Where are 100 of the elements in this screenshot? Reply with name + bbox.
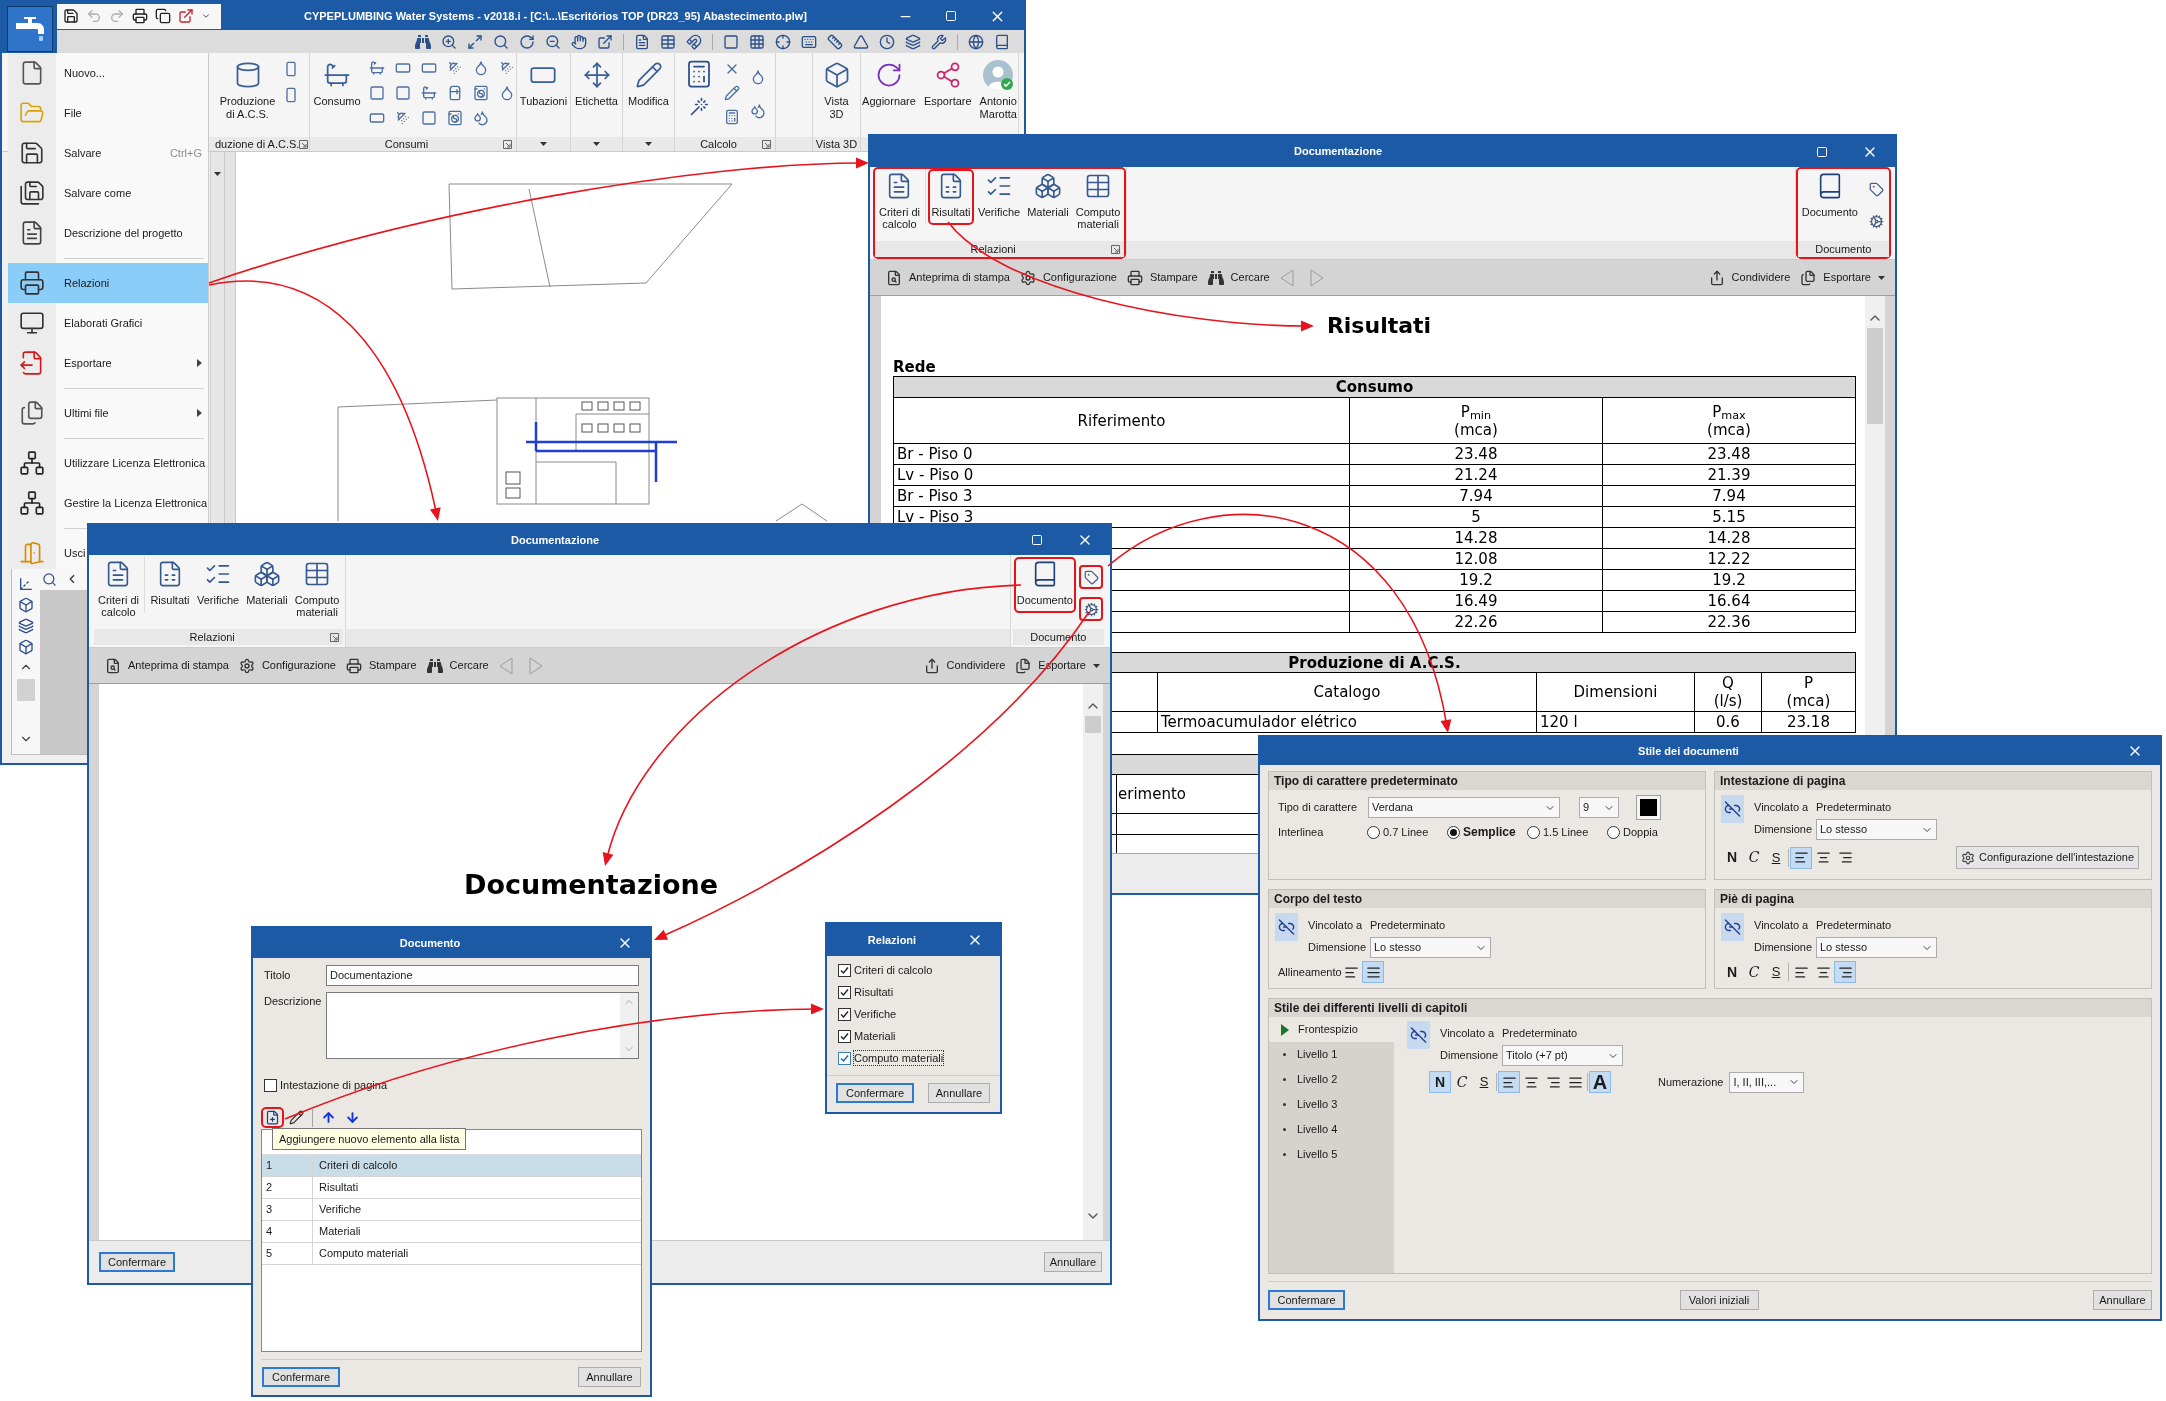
size-select[interactable]: Titolo (+7 pt) bbox=[1502, 1045, 1623, 1066]
dialog-button[interactable]: Annullare bbox=[2093, 1290, 2152, 1310]
maximize-icon[interactable] bbox=[945, 10, 957, 22]
toolbar-button[interactable]: Cercare bbox=[426, 657, 489, 674]
toolbar-button[interactable]: Condividere bbox=[923, 657, 1006, 674]
clock-icon[interactable] bbox=[879, 33, 895, 50]
square-icon[interactable] bbox=[723, 33, 739, 50]
format-toggle[interactable]: C bbox=[1451, 1071, 1473, 1093]
format-toggle[interactable]: S bbox=[1765, 961, 1787, 983]
menu-item[interactable]: Ultimi file bbox=[8, 393, 208, 443]
format-toggle[interactable]: C bbox=[1743, 846, 1765, 869]
checkbox[interactable] bbox=[838, 985, 851, 999]
scroll-thumb[interactable] bbox=[1085, 716, 1101, 733]
pencil-icon[interactable] bbox=[724, 85, 740, 101]
dialog-button[interactable]: Confermare bbox=[1268, 1290, 1345, 1310]
maximize-icon[interactable] bbox=[1031, 534, 1043, 546]
alignment-button[interactable] bbox=[1834, 961, 1856, 983]
list-item[interactable]: Livello 1 bbox=[1269, 1042, 1394, 1067]
shower-head-icon[interactable] bbox=[498, 60, 515, 76]
caret-down-icon[interactable] bbox=[540, 142, 547, 146]
boxes-icon[interactable] bbox=[252, 560, 281, 588]
triangle-icon[interactable] bbox=[853, 33, 869, 50]
shower-head-icon[interactable] bbox=[446, 60, 463, 76]
format-toggle[interactable]: A bbox=[1589, 1071, 1611, 1093]
format-toggle[interactable]: S bbox=[1765, 846, 1787, 869]
crosshair-icon[interactable] bbox=[775, 33, 791, 50]
ribbon-button[interactable]: Materiali bbox=[1024, 169, 1072, 225]
link-off-icon[interactable] bbox=[1721, 913, 1744, 941]
dialog-button[interactable]: Valori iniziali bbox=[1679, 1290, 1759, 1310]
maximize-arrows-icon[interactable] bbox=[467, 33, 483, 50]
toolbar-button[interactable]: Configurazione bbox=[1019, 269, 1117, 286]
square-icon[interactable] bbox=[420, 110, 437, 126]
wrench-icon[interactable] bbox=[931, 33, 947, 50]
list-row[interactable]: 4 Materiali bbox=[262, 1221, 641, 1243]
size-select[interactable]: Lo stesso bbox=[1816, 819, 1937, 840]
chevron-down-icon[interactable] bbox=[201, 11, 211, 21]
zoom-icon[interactable] bbox=[42, 571, 57, 587]
format-toggle[interactable]: C bbox=[1743, 961, 1765, 983]
ribbon-button[interactable]: Verifiche bbox=[193, 557, 243, 613]
list-item[interactable]: Livello 2 bbox=[1269, 1067, 1394, 1092]
scrollbar[interactable] bbox=[1083, 684, 1103, 1240]
drops-icon[interactable] bbox=[472, 110, 489, 126]
numbering-select[interactable]: I, II, III,... bbox=[1729, 1071, 1805, 1093]
font-select[interactable]: Verdana bbox=[1368, 797, 1560, 818]
bathtub-icon[interactable] bbox=[420, 85, 437, 101]
search-icon[interactable] bbox=[493, 33, 509, 50]
toolbar-button[interactable]: Condividere bbox=[1708, 269, 1791, 286]
alignment-button[interactable] bbox=[1362, 961, 1384, 983]
dialog-launcher-icon[interactable] bbox=[1111, 244, 1121, 254]
caret-down-icon[interactable] bbox=[645, 142, 652, 146]
rectangle-icon[interactable] bbox=[420, 60, 437, 76]
menu-item[interactable]: Utilizzare Licenza Elettronica bbox=[8, 443, 208, 483]
menu-item[interactable]: Elaborati Grafici bbox=[8, 303, 208, 343]
magic-wand-icon[interactable] bbox=[689, 97, 709, 117]
hand-icon[interactable] bbox=[571, 33, 587, 50]
square-icon[interactable] bbox=[368, 85, 385, 101]
alignment-button[interactable] bbox=[1790, 846, 1812, 869]
square-icon[interactable] bbox=[394, 85, 411, 101]
format-toggle[interactable]: N bbox=[1721, 961, 1743, 983]
ribbon-button[interactable]: Modifica bbox=[626, 53, 671, 137]
menu-item[interactable]: Descrizione del progetto bbox=[8, 213, 208, 263]
table-icon[interactable] bbox=[660, 33, 676, 50]
keyboard-icon[interactable] bbox=[801, 33, 817, 50]
radio-button[interactable] bbox=[1447, 825, 1460, 839]
menu-item[interactable]: Relazioni bbox=[8, 263, 208, 303]
link-off-icon[interactable] bbox=[1275, 913, 1298, 941]
app-menu-button[interactable] bbox=[6, 6, 53, 52]
checkbox[interactable] bbox=[838, 963, 851, 977]
cube-icon[interactable] bbox=[18, 597, 34, 613]
title-field[interactable]: Documentazione bbox=[326, 965, 639, 986]
format-toggle[interactable]: N bbox=[1721, 846, 1743, 869]
dialog-button[interactable]: Confermare bbox=[262, 1367, 340, 1387]
printer-icon[interactable] bbox=[132, 8, 148, 24]
dialog-button[interactable]: Annullare bbox=[578, 1367, 641, 1387]
boxes-icon[interactable] bbox=[1033, 172, 1062, 200]
rectangle-icon[interactable] bbox=[394, 60, 411, 76]
toolbar-button[interactable]: Anteprima di stampa bbox=[886, 269, 1010, 286]
external-link-icon[interactable] bbox=[597, 33, 613, 50]
format-toggle[interactable]: N bbox=[1429, 1071, 1451, 1093]
ribbon-button[interactable]: Risultati bbox=[927, 169, 974, 225]
ribbon-button[interactable]: Documento bbox=[1798, 169, 1861, 225]
toolbar-button[interactable]: Anteprima di stampa bbox=[105, 657, 229, 674]
ribbon-button[interactable]: Verifiche bbox=[974, 169, 1024, 225]
calculator-icon[interactable] bbox=[724, 109, 740, 125]
external-link-icon[interactable] bbox=[178, 8, 194, 24]
copy-icon[interactable] bbox=[155, 8, 171, 24]
menu-item[interactable]: Esportare bbox=[8, 343, 208, 393]
list-item[interactable]: Livello 4 bbox=[1269, 1117, 1394, 1142]
shower-head-icon[interactable] bbox=[394, 110, 411, 126]
menu-item[interactable]: Nuovo... bbox=[8, 53, 208, 93]
layers-icon[interactable] bbox=[905, 33, 921, 50]
checkbox[interactable] bbox=[264, 1078, 277, 1092]
toolbar-button[interactable]: Cercare bbox=[1207, 269, 1270, 286]
menu-item[interactable]: Usci bbox=[8, 533, 88, 573]
header-settings-button[interactable]: Configurazione dell'intestazione bbox=[1956, 846, 2139, 869]
ribbon-button[interactable]: Vista 3D bbox=[820, 53, 853, 137]
caret-down-icon[interactable] bbox=[1093, 663, 1100, 668]
globe-icon[interactable] bbox=[968, 33, 984, 50]
caret-down-icon[interactable] bbox=[1878, 275, 1885, 280]
toolbar-button[interactable]: Configurazione bbox=[238, 657, 336, 674]
